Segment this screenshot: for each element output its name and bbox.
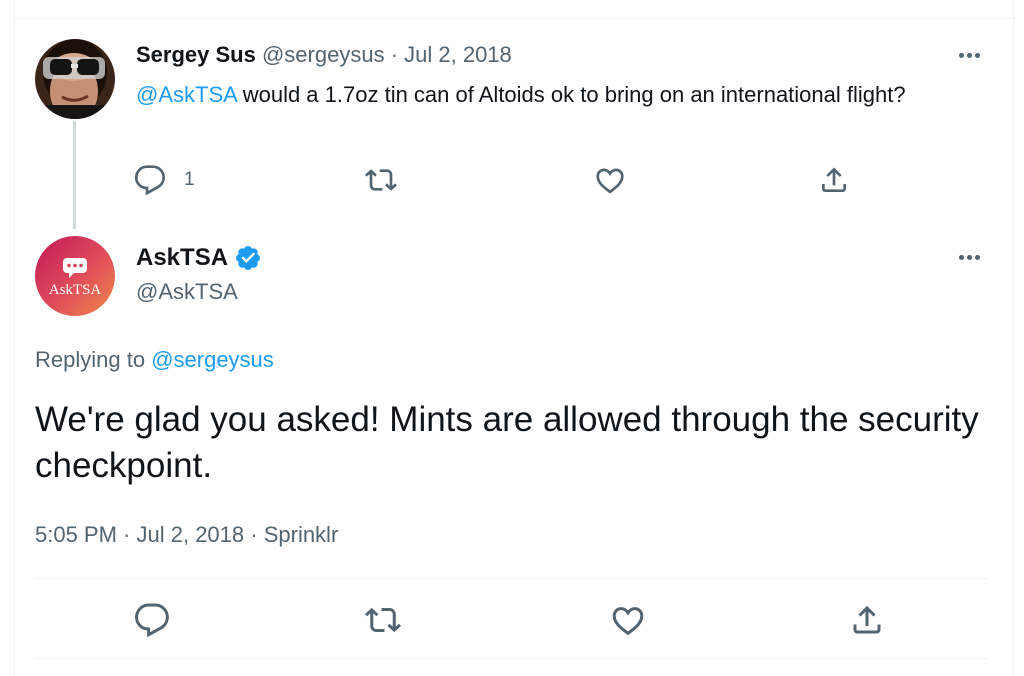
like-button[interactable]: [610, 602, 646, 638]
reply-icon: [134, 603, 169, 638]
meta-separator: ·: [244, 522, 264, 547]
reply-author-name-row: AskTSA: [136, 242, 262, 274]
reply-author-name[interactable]: AskTSA: [136, 242, 228, 274]
reply-author-handle[interactable]: @AskTSA: [136, 277, 238, 307]
more-icon[interactable]: [952, 43, 986, 67]
mention-link[interactable]: @AskTSA: [136, 82, 237, 107]
tweet1-header: Sergey Sus @sergeysus · Jul 2, 2018: [136, 40, 512, 70]
header-separator: ·: [384, 42, 405, 67]
verified-badge-icon: [236, 246, 260, 270]
reply-source[interactable]: Sprinklr: [264, 522, 339, 547]
reply-button[interactable]: [134, 602, 170, 638]
reply-metadata: 5:05 PM · Jul 2, 2018 · Sprinklr: [35, 520, 338, 550]
share-icon: [853, 605, 881, 634]
share-icon: [822, 167, 846, 192]
more-icon[interactable]: [952, 245, 986, 269]
reply-count: 1: [184, 169, 195, 190]
retweet-icon: [365, 169, 397, 191]
share-button[interactable]: [849, 602, 885, 638]
retweet-button[interactable]: [365, 164, 397, 196]
like-icon: [612, 607, 644, 636]
sergey-avatar[interactable]: [35, 39, 115, 119]
reply-tweet-text: We're glad you asked! Mints are allowed …: [35, 400, 979, 485]
tweet1-text: @AskTSA would a 1.7oz tin can of Altoids…: [136, 79, 966, 111]
reply-icon: [134, 165, 166, 196]
tweet1-author-name[interactable]: Sergey Sus: [136, 42, 256, 67]
top-divider: [14, 18, 1014, 19]
replying-to-line: Replying to @sergeysus: [35, 345, 274, 375]
divider: [35, 658, 987, 659]
like-button[interactable]: [594, 164, 626, 196]
share-button[interactable]: [818, 164, 850, 196]
asktsa-avatar[interactable]: AskTSA: [35, 236, 115, 316]
tweet1-date[interactable]: Jul 2, 2018: [404, 42, 512, 67]
retweet-button[interactable]: [365, 602, 401, 638]
svg-text:AskTSA: AskTSA: [49, 282, 102, 298]
tweet1-body-text: would a 1.7oz tin can of Altoids ok to b…: [236, 82, 906, 107]
meta-separator: ·: [116, 522, 137, 547]
reply-time[interactable]: 5:05 PM: [35, 522, 117, 547]
like-icon: [596, 168, 624, 194]
thread-connector-line: [73, 121, 76, 229]
reply-button[interactable]: 1: [134, 164, 195, 196]
reply-date[interactable]: Jul 2, 2018: [137, 522, 245, 547]
tweet1-author-handle[interactable]: @sergeysus: [262, 42, 385, 67]
divider: [35, 578, 987, 579]
replying-prefix: Replying to: [35, 347, 152, 372]
retweet-icon: [365, 607, 401, 633]
replying-to-link[interactable]: @sergeysus: [151, 347, 274, 372]
